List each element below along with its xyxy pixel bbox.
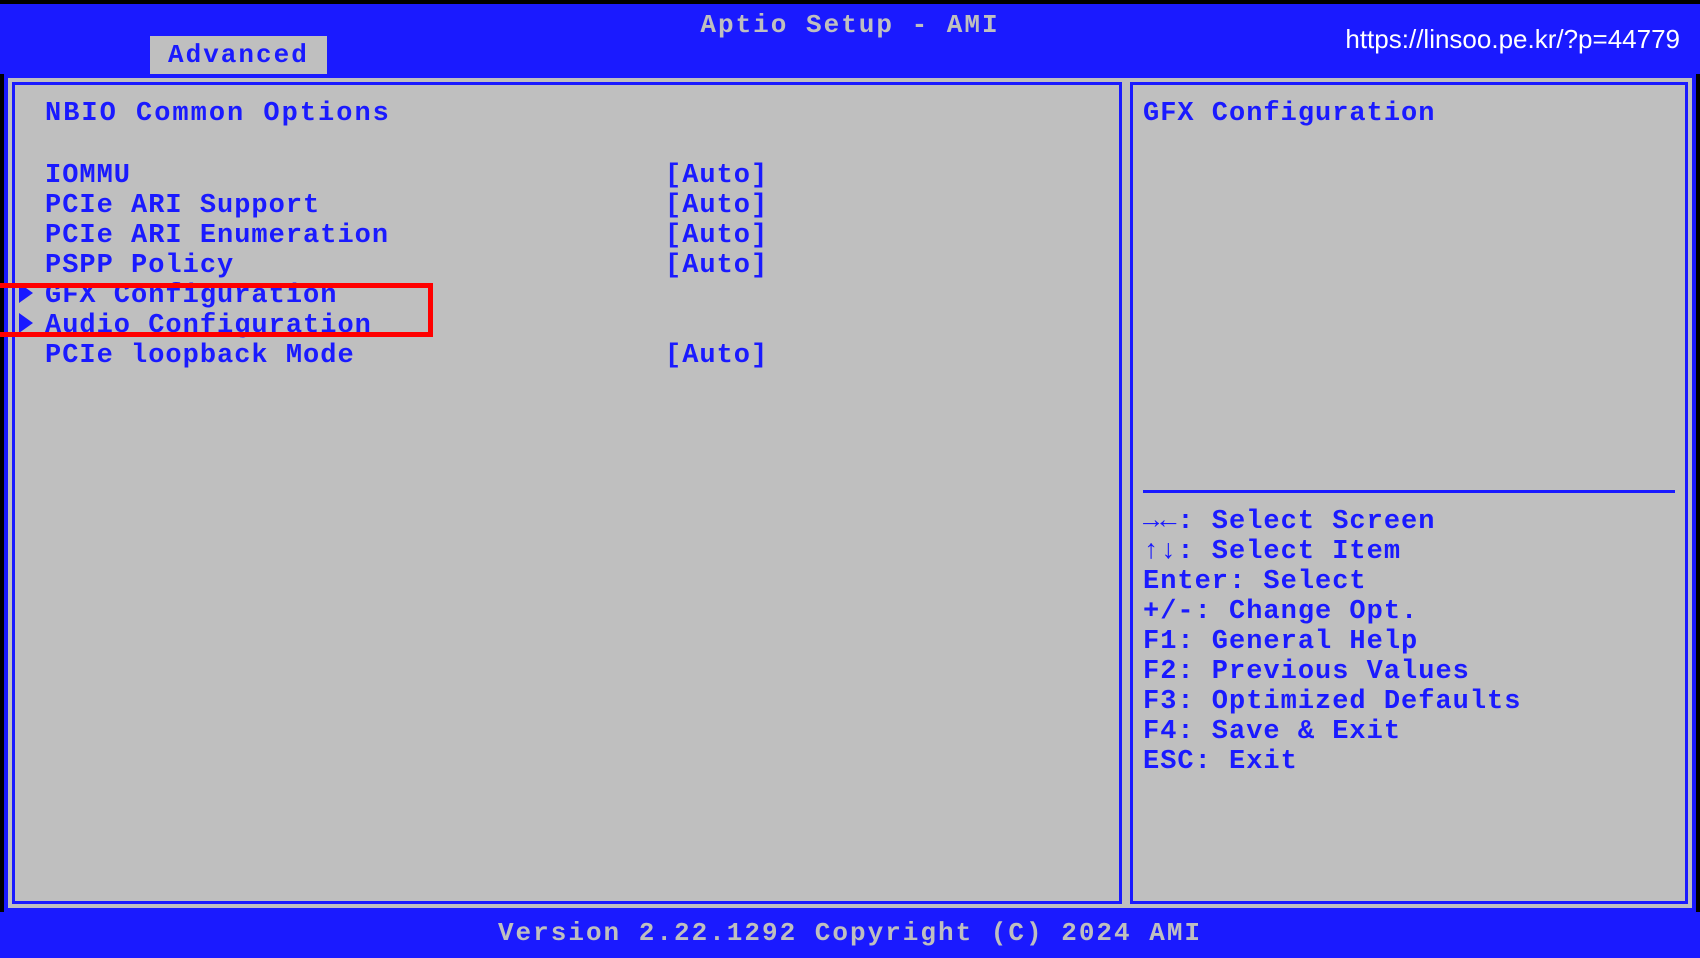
footer-version: Version 2.22.1292 Copyright (C) 2024 AMI bbox=[0, 912, 1700, 958]
key-help-line: F2: Previous Values bbox=[1143, 657, 1675, 687]
key-help-line: F3: Optimized Defaults bbox=[1143, 687, 1675, 717]
option-value: [Auto] bbox=[665, 251, 768, 281]
key-help-line: →←: Select Screen bbox=[1143, 507, 1675, 537]
setup-title: Aptio Setup - AMI bbox=[700, 10, 999, 40]
watermark-url: https://linsoo.pe.kr/?p=44779 bbox=[1345, 24, 1680, 55]
key-help-line: F1: General Help bbox=[1143, 627, 1675, 657]
option-pspp-policy[interactable]: PSPP Policy [Auto] bbox=[45, 251, 1089, 281]
key-help-line: ESC: Exit bbox=[1143, 747, 1675, 777]
option-pcie-loopback-mode[interactable]: PCIe loopback Mode [Auto] bbox=[45, 341, 1089, 371]
right-panel: GFX Configuration →←: Select Screen ↑↓: … bbox=[1130, 82, 1688, 904]
option-pcie-ari-support[interactable]: PCIe ARI Support [Auto] bbox=[45, 191, 1089, 221]
option-pcie-ari-enumeration[interactable]: PCIe ARI Enumeration [Auto] bbox=[45, 221, 1089, 251]
submenu-audio-configuration[interactable]: Audio Configuration bbox=[45, 311, 1089, 341]
help-title: GFX Configuration bbox=[1143, 99, 1675, 129]
option-label: Audio Configuration bbox=[45, 311, 665, 341]
option-label: IOMMU bbox=[45, 161, 665, 191]
triangle-right-icon bbox=[19, 283, 33, 303]
tab-advanced[interactable]: Advanced bbox=[150, 36, 327, 74]
key-help-line: ↑↓: Select Item bbox=[1143, 537, 1675, 567]
option-label: PCIe ARI Enumeration bbox=[45, 221, 665, 251]
option-iommu[interactable]: IOMMU [Auto] bbox=[45, 161, 1089, 191]
option-value: [Auto] bbox=[665, 161, 768, 191]
option-label: GFX Configuration bbox=[45, 281, 665, 311]
option-value: [Auto] bbox=[665, 341, 768, 371]
option-label: PSPP Policy bbox=[45, 251, 665, 281]
bios-screen: Aptio Setup - AMI https://linsoo.pe.kr/?… bbox=[0, 0, 1700, 956]
divider bbox=[1143, 490, 1675, 493]
submenu-gfx-configuration[interactable]: GFX Configuration bbox=[45, 281, 1089, 311]
key-help-line: F4: Save & Exit bbox=[1143, 717, 1675, 747]
option-value: [Auto] bbox=[665, 191, 768, 221]
topbar: Aptio Setup - AMI https://linsoo.pe.kr/?… bbox=[0, 4, 1700, 74]
left-panel: NBIO Common Options IOMMU [Auto] PCIe AR… bbox=[12, 82, 1122, 904]
option-label: PCIe loopback Mode bbox=[45, 341, 665, 371]
key-help-line: Enter: Select bbox=[1143, 567, 1675, 597]
main-area: NBIO Common Options IOMMU [Auto] PCIe AR… bbox=[4, 74, 1696, 912]
key-help-line: +/-: Change Opt. bbox=[1143, 597, 1675, 627]
triangle-right-icon bbox=[19, 313, 33, 333]
option-value: [Auto] bbox=[665, 221, 768, 251]
option-label: PCIe ARI Support bbox=[45, 191, 665, 221]
section-title: NBIO Common Options bbox=[45, 99, 1089, 129]
